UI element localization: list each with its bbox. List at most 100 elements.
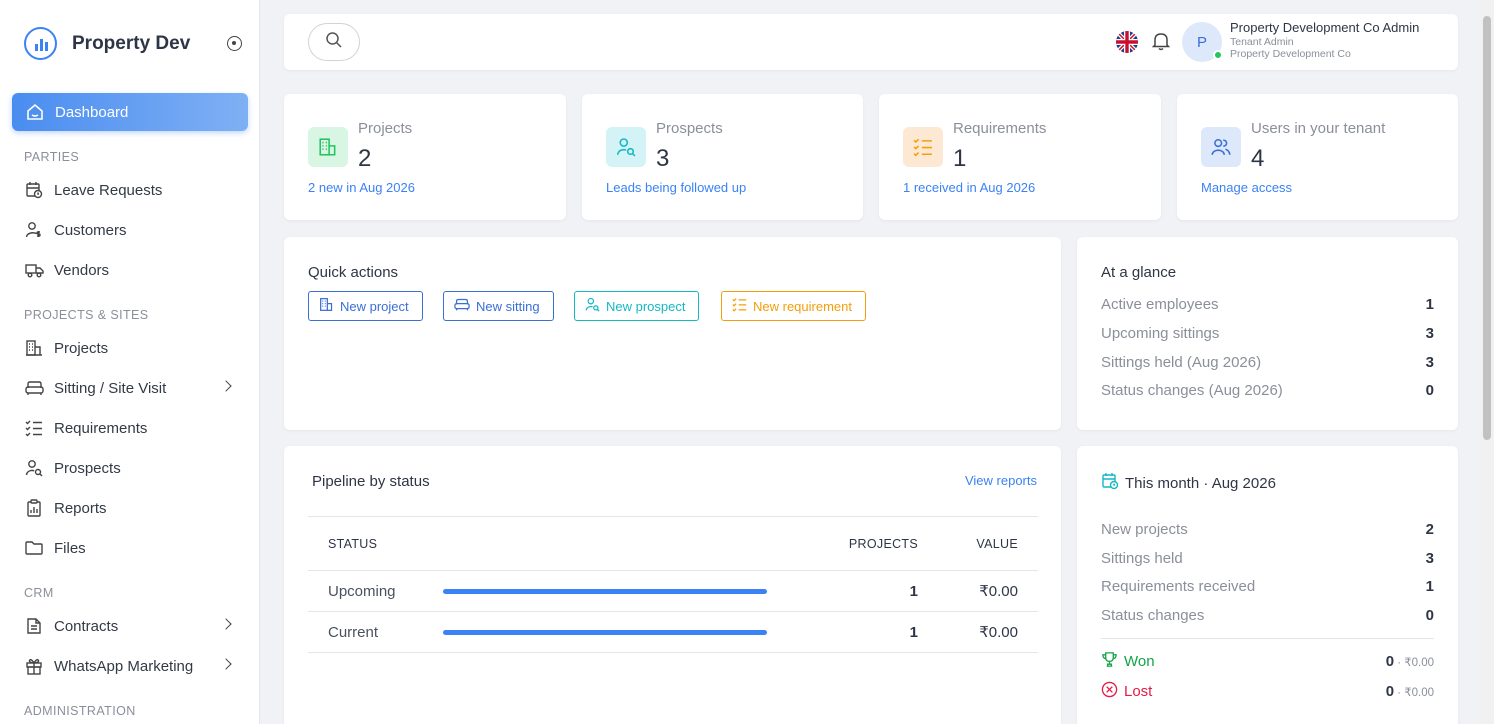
stat-link[interactable]: 1 received in Aug 2026 — [903, 180, 1035, 195]
button-label: New requirement — [753, 298, 852, 314]
stat-value: 4 — [1251, 145, 1265, 172]
sidebar-item-sitting[interactable]: Sitting / Site Visit — [24, 373, 240, 403]
sidebar-item-requirements[interactable]: Requirements — [24, 413, 240, 443]
value-cell: ₹0.00 — [918, 611, 1038, 653]
sidebar-toggle-icon[interactable] — [227, 36, 242, 51]
won-label: Won — [1124, 653, 1155, 670]
lost-amount: · ₹0.00 — [1394, 687, 1434, 699]
avatar[interactable]: P — [1182, 22, 1223, 62]
glance-row-upcoming-sittings: Upcoming sittings 3 — [1101, 325, 1434, 342]
chevron-right-icon — [220, 380, 232, 392]
home-icon — [25, 102, 45, 122]
search-button[interactable] — [308, 23, 360, 61]
month-row-requirements-received: Requirements received 1 — [1101, 578, 1434, 595]
user-search-icon — [24, 458, 44, 478]
online-status-dot — [1213, 50, 1223, 60]
sidebar-item-label: Projects — [54, 339, 109, 357]
sofa-icon — [24, 378, 44, 398]
sidebar-item-label: Requirements — [54, 419, 148, 437]
status-cell: Upcoming — [308, 570, 443, 612]
stat-link[interactable]: 2 new in Aug 2026 — [308, 180, 415, 195]
glance-row-active-employees: Active employees 1 — [1101, 296, 1434, 313]
user-search-icon — [585, 297, 600, 315]
month-value: 1 — [1425, 578, 1434, 595]
pipeline-card: Pipeline by status View reports STATUS P… — [284, 446, 1061, 724]
bell-icon[interactable] — [1151, 31, 1171, 56]
search-icon — [325, 31, 343, 54]
sofa-icon — [454, 297, 470, 315]
top-bar: P Property Development Co Admin Tenant A… — [284, 14, 1458, 70]
glance-row-status-changes: Status changes (Aug 2026) 0 — [1101, 382, 1434, 399]
sidebar-item-whatsapp[interactable]: WhatsApp Marketing — [24, 651, 240, 681]
checklist-icon — [24, 418, 44, 438]
this-month-title: This month · Aug 2026 — [1125, 475, 1276, 492]
quick-actions-title: Quick actions — [308, 264, 399, 281]
trophy-icon — [1101, 651, 1118, 672]
sidebar-item-files[interactable]: Files — [24, 533, 240, 563]
month-value: 0 — [1425, 607, 1434, 624]
user-dollar-icon — [24, 220, 44, 240]
user-name: Property Development Co Admin — [1230, 20, 1420, 35]
stat-label: Users in your tenant — [1251, 120, 1386, 137]
sidebar-item-label: Sitting / Site Visit — [54, 379, 167, 397]
table-row: Upcoming 1 ₹0.00 — [308, 570, 1038, 612]
lost-label: Lost — [1124, 683, 1153, 700]
manage-access-link[interactable]: Manage access — [1201, 180, 1292, 195]
new-prospect-button[interactable]: New prospect — [574, 291, 700, 321]
month-label: Sittings held — [1101, 550, 1183, 567]
building-icon — [308, 127, 348, 167]
user-info[interactable]: Property Development Co Admin Tenant Adm… — [1230, 20, 1420, 60]
this-month-card: This month · Aug 2026 New projects 2 Sitt… — [1077, 446, 1458, 724]
bar-cell — [443, 570, 803, 612]
sidebar-item-label: Dashboard — [55, 103, 129, 121]
sidebar-item-vendors[interactable]: Vendors — [24, 255, 240, 285]
new-sitting-button[interactable]: New sitting — [443, 291, 554, 321]
uk-flag-icon[interactable] — [1116, 31, 1138, 53]
x-circle-icon — [1101, 681, 1118, 702]
calendar-clock-icon — [24, 180, 44, 200]
glance-value: 3 — [1425, 354, 1434, 371]
new-requirement-button[interactable]: New requirement — [721, 291, 866, 321]
sidebar-item-prospects[interactable]: Prospects — [24, 453, 240, 483]
sidebar-item-customers[interactable]: Customers — [24, 215, 240, 245]
stat-label: Prospects — [656, 120, 723, 137]
sidebar-item-contracts[interactable]: Contracts — [24, 611, 240, 641]
stat-link[interactable]: Leads being followed up — [606, 180, 746, 195]
month-row-status-changes: Status changes 0 — [1101, 607, 1434, 624]
table-header-row: STATUS PROJECTS VALUE — [308, 516, 1038, 571]
sidebar-item-leave-requests[interactable]: Leave Requests — [24, 175, 240, 205]
sidebar-item-label: WhatsApp Marketing — [54, 657, 194, 675]
page-scrollbar[interactable] — [1480, 0, 1494, 724]
sidebar: Property Dev Dashboard PARTIES Leave Req… — [0, 0, 260, 724]
scrollbar-thumb[interactable] — [1483, 16, 1491, 440]
sidebar-item-dashboard[interactable]: Dashboard — [12, 93, 248, 131]
view-reports-link[interactable]: View reports — [965, 473, 1037, 488]
button-label: New sitting — [476, 298, 540, 314]
status-cell: Current — [308, 611, 443, 653]
new-project-button[interactable]: New project — [308, 291, 423, 321]
chevron-right-icon — [220, 618, 232, 630]
stat-value: 3 — [656, 145, 670, 172]
lost-row: Lost 0 · ₹0.00 — [1101, 681, 1434, 702]
truck-icon — [24, 260, 44, 280]
sidebar-item-label: Contracts — [54, 617, 119, 635]
nav-section-administration: ADMINISTRATION — [24, 704, 136, 718]
building-icon — [24, 338, 44, 358]
clipboard-chart-icon — [24, 498, 44, 518]
sidebar-item-projects[interactable]: Projects — [24, 333, 240, 363]
month-value: 3 — [1425, 550, 1434, 567]
sidebar-item-label: Prospects — [54, 459, 121, 477]
gift-icon — [24, 656, 44, 676]
table-row: Current 1 ₹0.00 — [308, 611, 1038, 653]
sidebar-item-label: Customers — [54, 221, 127, 239]
calendar-clock-icon — [1101, 472, 1119, 495]
month-row-sittings-held: Sittings held 3 — [1101, 550, 1434, 567]
sidebar-item-label: Leave Requests — [54, 181, 163, 199]
pipeline-table: STATUS PROJECTS VALUE Upcoming 1 ₹0.00 C… — [308, 516, 1038, 653]
projects-cell: 1 — [803, 611, 918, 653]
value-cell: ₹0.00 — [918, 570, 1038, 612]
sidebar-item-reports[interactable]: Reports — [24, 493, 240, 523]
pipeline-bar — [443, 629, 767, 635]
brand[interactable]: Property Dev — [24, 27, 190, 60]
user-search-icon — [606, 127, 646, 167]
